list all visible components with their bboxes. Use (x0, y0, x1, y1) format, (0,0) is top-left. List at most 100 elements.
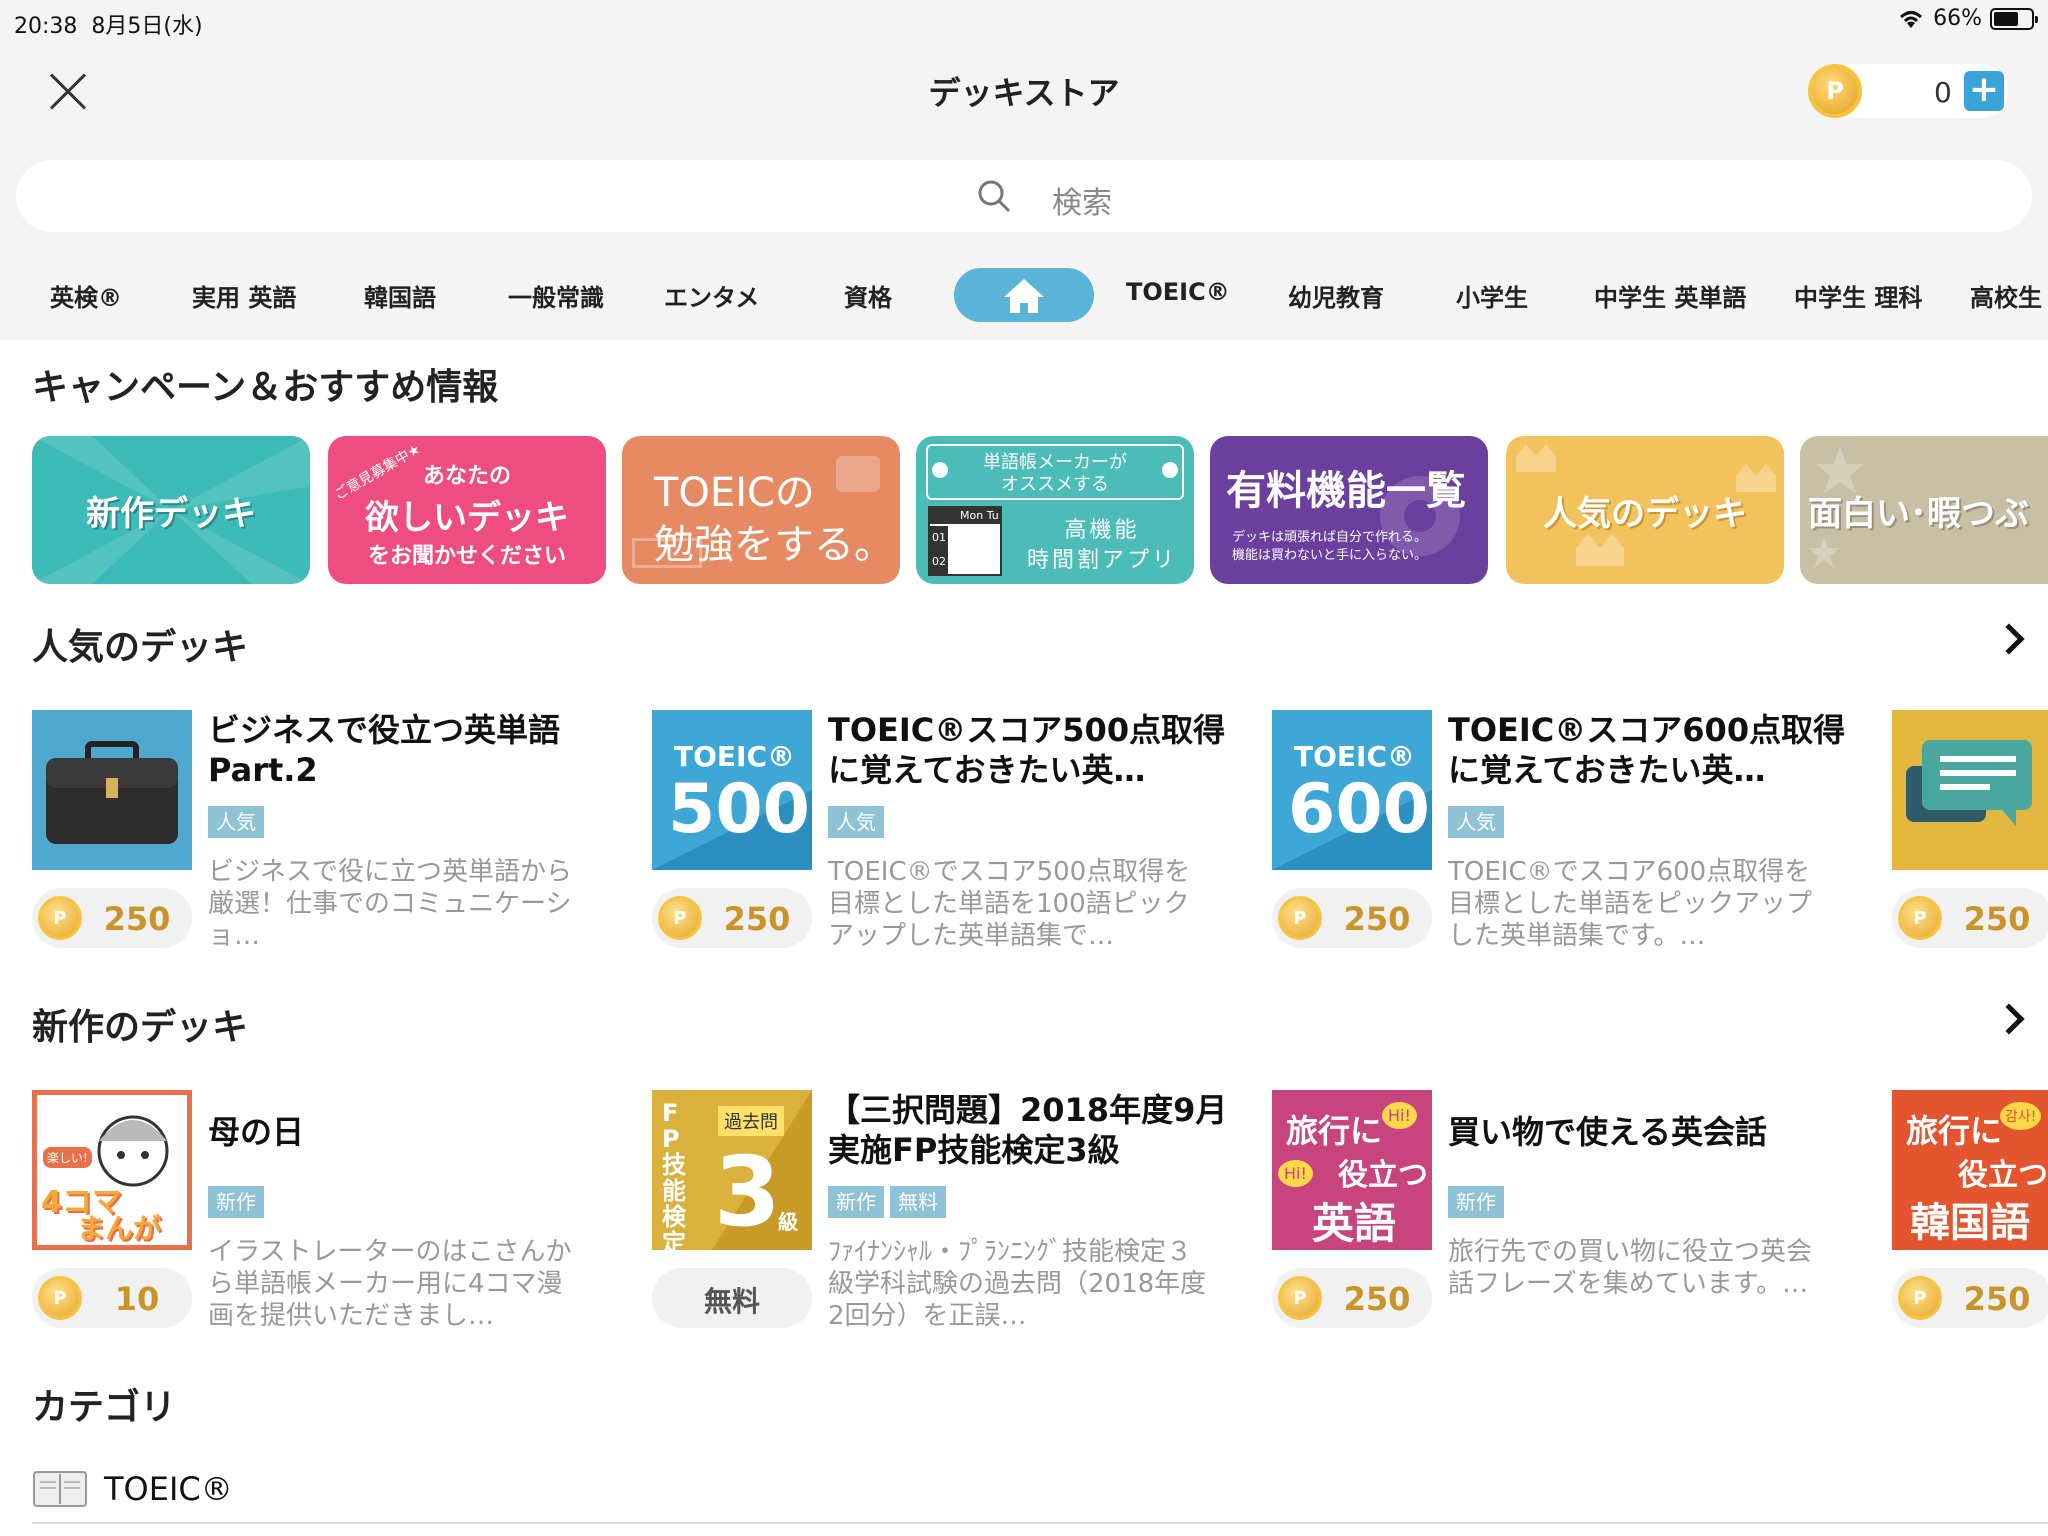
thumb-number: 3 (714, 1136, 781, 1248)
thumb-number: 500 (668, 770, 810, 849)
thumb-label: 役立つ (1338, 1158, 1428, 1193)
deck-title: TOEIC®スコア500点取得に覚えておきたい英… (828, 711, 1226, 789)
deck-card[interactable]: 旅行に Hi! Hi! 役立つ 英語 買い物で使える英会話 新作 旅行先での買い… (1272, 1090, 1872, 1340)
tab-practical-english[interactable]: 実用 英語 (192, 278, 296, 313)
price-free-label: 無料 (703, 1285, 760, 1318)
deck-description: 旅行先での買い物に役立つ英会話フレーズを集めています。… (1448, 1237, 1813, 1299)
tag-free: 無料 (890, 1186, 946, 1218)
banner-label: 人気のデッキ (1543, 494, 1747, 534)
deck-price-button[interactable]: P 250 (1892, 888, 2048, 948)
deck-card[interactable]: TOEIC® 500 TOEIC®スコア500点取得に覚えておきたい英… 人気 … (652, 710, 1252, 960)
tab-eiken[interactable]: 英検® (50, 278, 122, 313)
search-icon (978, 180, 1011, 213)
thumb-label: 過去問 (718, 1106, 784, 1136)
thumb-label: FP技能検定 (662, 1099, 686, 1250)
banner-new-decks[interactable]: 新作デッキ (32, 436, 310, 584)
deck-card[interactable]: FP技能検定 過去問 3 級 【三択問題】2018年度9月実施FP技能検定3級 … (652, 1090, 1252, 1340)
deck-tags: 人気 (208, 806, 264, 838)
coin-icon: P (1898, 1276, 1942, 1320)
banner-line3: 高機能 (1064, 518, 1140, 543)
deck-tags: 人気 (1448, 806, 1504, 838)
search-input[interactable]: 検索 (16, 160, 2032, 232)
thumb-label: 旅行に (1906, 1112, 2003, 1150)
battery-icon (1990, 7, 2038, 30)
banner-line3: をお聞かせください (367, 544, 566, 569)
tab-entertainment[interactable]: エンタメ (664, 278, 759, 313)
bubble-icon: 감사! (2000, 1102, 2042, 1130)
deck-card[interactable]: ビジネスで役立つ英単語Part.2 人気 ビジネスで役に立つ英単語から厳選！仕事… (32, 710, 632, 960)
price-value: 250 (103, 900, 171, 938)
header: デッキストア P 0 + (0, 40, 2048, 140)
tab-toeic[interactable]: TOEIC® (1126, 278, 1230, 306)
add-points-button[interactable]: + (1964, 71, 2004, 111)
price-value: 250 (723, 900, 791, 938)
deck-price-button[interactable]: P 250 (652, 888, 812, 948)
banner-timetable-app[interactable]: 単語帳メーカーが オススメする Mon Tu 01 02 高機能 時間割アプリ (916, 436, 1194, 584)
points-value: 0 (1934, 76, 1952, 109)
deck-title: 母の日 (208, 1113, 305, 1151)
deck-title: 【三択問題】2018年度9月実施FP技能検定3級 (828, 1091, 1228, 1169)
tab-qualification[interactable]: 資格 (844, 278, 892, 313)
deck-card[interactable]: 旅行に 감사! 役立つ 韓国語 P 250 (1892, 1090, 2048, 1340)
coin-icon: P (1808, 64, 1862, 118)
banner-paid-features[interactable]: 有料機能一覧 デッキは頑張れば自分で作れる。 機能は買わないと手に入らない。 (1210, 436, 1488, 584)
banner-line4: 時間割アプリ (1026, 548, 1177, 573)
tag-popular: 人気 (1448, 806, 1504, 838)
tab-elementary[interactable]: 小学生 (1456, 278, 1528, 313)
banner-label: 面白い･暇つぶ (1808, 494, 2029, 534)
tag-new: 新作 (828, 1186, 884, 1218)
popular-more-chevron-icon[interactable] (1993, 623, 2025, 655)
battery-percent: 66% (1933, 6, 1982, 31)
banner-popular-decks[interactable]: 人気のデッキ (1506, 436, 1784, 584)
deck-tags: 新作 (1448, 1186, 1504, 1218)
deck-card[interactable]: 楽しい! 4コマ まんが 母の日 新作 イラストレーターのはこさんから単語帳メー… (32, 1090, 632, 1340)
deck-price-button[interactable]: P 250 (1892, 1268, 2048, 1328)
banner-line2: 勉強をする。 (654, 522, 894, 568)
newest-more-chevron-icon[interactable] (1993, 1003, 2025, 1035)
banner-request-deck[interactable]: ご意見募集中★ あなたの 欲しいデッキ をお聞かせください (328, 436, 606, 584)
coin-icon: P (1278, 896, 1322, 940)
status-time: 20:38 8月5日(水) (14, 14, 203, 39)
deck-price-button[interactable]: P 250 (1272, 1268, 1432, 1328)
coin-icon: P (38, 896, 82, 940)
deck-description: TOEIC®でスコア500点取得を目標とした単語を100語ピックアップした英単語… (828, 857, 1191, 951)
banner-toeic-study[interactable]: TOEICの 勉強をする。 (622, 436, 900, 584)
price-value: 250 (1343, 900, 1411, 938)
deck-tags: 新作 (208, 1186, 264, 1218)
deck-price-button[interactable]: P 10 (32, 1268, 192, 1328)
tab-junior-high-science[interactable]: 中学生 理科 (1794, 278, 1922, 313)
thumb-label: TOEIC® (1294, 740, 1415, 773)
points-balance[interactable]: P 0 + (1808, 64, 2008, 118)
deck-price-button[interactable]: P 250 (1272, 888, 1432, 948)
calendar-icon: Mon Tu 01 02 (928, 506, 1002, 576)
tab-korean[interactable]: 韓国語 (364, 278, 436, 313)
deck-title: ビジネスで役立つ英単語Part.2 (208, 711, 561, 789)
search-area: 検索 (0, 140, 2048, 240)
tab-home[interactable] (954, 268, 1094, 322)
banner-line1: あなたの (422, 464, 511, 489)
deck-thumbnail: 旅行に 감사! 役立つ 韓国語 (1892, 1090, 2048, 1250)
popular-section-title: 人気のデッキ (32, 627, 249, 668)
coin-icon: P (1898, 896, 1942, 940)
banner-line2: デッキは頑張れば自分で作れる。 (1232, 530, 1428, 545)
banner-line2: 欲しいデッキ (365, 498, 569, 538)
category-item-toeic[interactable]: TOEIC® (32, 1464, 2048, 1524)
deck-thumbnail: 旅行に Hi! Hi! 役立つ 英語 (1272, 1090, 1432, 1250)
deck-tags: 人気 (828, 806, 884, 838)
deck-card[interactable]: TOEIC® 600 TOEIC®スコア600点取得に覚えておきたい英… 人気 … (1272, 710, 1872, 960)
deck-thumbnail: TOEIC® 600 (1272, 710, 1432, 870)
newest-section-title: 新作のデッキ (32, 1007, 249, 1048)
banner-fun-decks[interactable]: 面白い･暇つぶ (1800, 436, 2048, 584)
banner-line1: TOEICの (654, 470, 815, 516)
tab-high-school[interactable]: 高校生 (1970, 278, 2042, 313)
deck-price-button[interactable]: 無料 (652, 1268, 812, 1328)
tab-junior-high-vocab[interactable]: 中学生 英単語 (1594, 278, 1746, 313)
deck-price-button[interactable]: P 250 (32, 888, 192, 948)
deck-description: ビジネスで役に立つ英単語から厳選！仕事でのコミュニケーショ… (208, 857, 573, 951)
deck-card[interactable]: P 250 (1892, 710, 2048, 960)
hi-bubble-icon: Hi! (1382, 1102, 1417, 1129)
tab-general-knowledge[interactable]: 一般常識 (508, 278, 604, 313)
tab-early-education[interactable]: 幼児教育 (1288, 278, 1384, 313)
price-value: 250 (1963, 1280, 2031, 1318)
briefcase-icon (46, 741, 178, 844)
